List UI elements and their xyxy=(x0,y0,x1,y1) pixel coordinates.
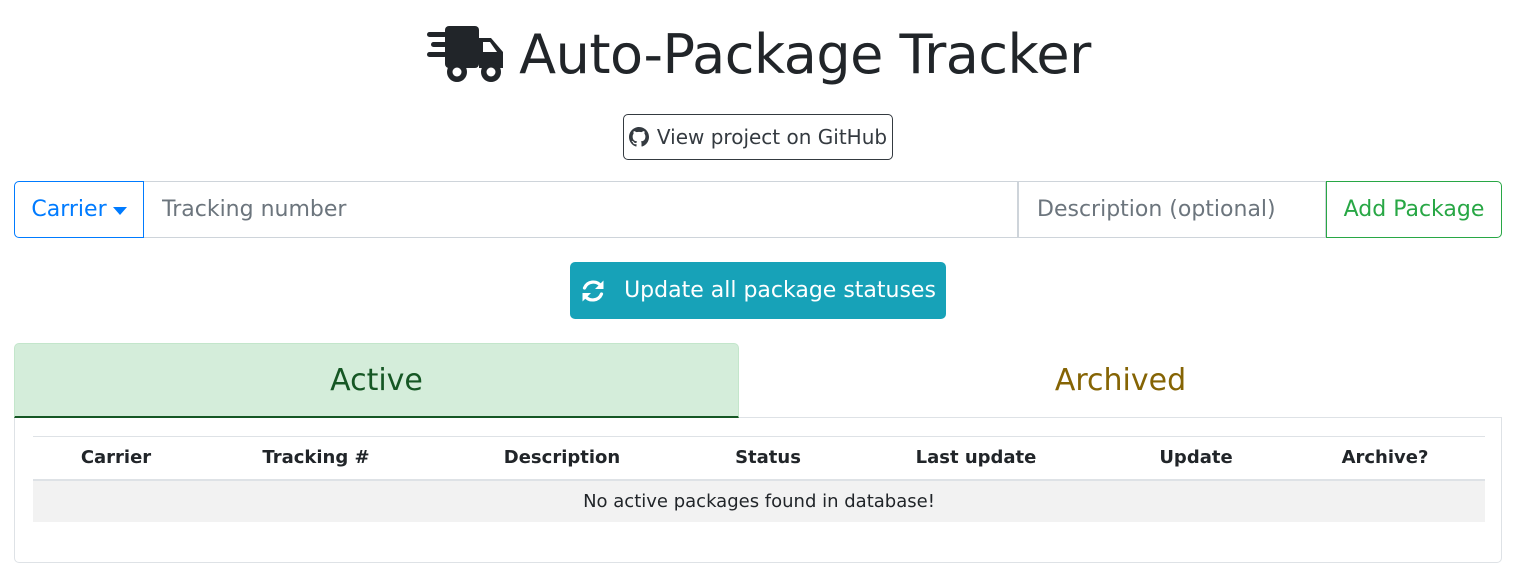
github-icon xyxy=(628,127,649,147)
column-header-carrier: Carrier xyxy=(80,447,152,469)
column-header-status: Status xyxy=(735,447,801,469)
column-header-last-update: Last update xyxy=(915,447,1037,469)
column-header-update: Update xyxy=(1159,447,1233,469)
tab-archived-label: Archived xyxy=(1054,363,1187,398)
add-package-button[interactable]: Add Package xyxy=(1326,181,1502,238)
tracking-number-input[interactable] xyxy=(144,181,1018,238)
packages-table: Carrier Tracking # Description Status La… xyxy=(33,436,1485,522)
tab-archived[interactable]: Archived xyxy=(739,343,1502,418)
update-all-statuses-button[interactable]: Update all package statuses xyxy=(570,262,946,319)
table-header-row: Carrier Tracking # Description Status La… xyxy=(33,436,1485,480)
column-header-tracking: Tracking # xyxy=(262,447,370,469)
github-button-label: View project on GitHub xyxy=(656,125,888,149)
caret-down-icon xyxy=(112,206,127,215)
add-package-form: Carrier Add Package xyxy=(14,181,1502,238)
header: Auto-Package Tracker xyxy=(0,14,1518,94)
active-packages-panel: Carrier Tracking # Description Status La… xyxy=(14,418,1502,563)
sync-icon xyxy=(580,278,606,304)
table-row: No active packages found in database! xyxy=(33,479,1485,522)
column-header-archive: Archive? xyxy=(1341,447,1429,469)
update-all-label: Update all package statuses xyxy=(624,278,936,303)
description-input[interactable] xyxy=(1018,181,1326,238)
column-header-description: Description xyxy=(503,447,621,469)
package-tabs: Active Archived xyxy=(14,343,1502,418)
carrier-dropdown[interactable]: Carrier xyxy=(14,181,144,238)
empty-table-message: No active packages found in database! xyxy=(33,479,1485,522)
tab-active-label: Active xyxy=(330,362,423,398)
tab-active[interactable]: Active xyxy=(14,343,739,418)
view-on-github-button[interactable]: View project on GitHub xyxy=(623,114,893,160)
shipping-fast-icon xyxy=(427,22,505,86)
add-package-label: Add Package xyxy=(1343,197,1485,222)
carrier-dropdown-label: Carrier xyxy=(31,197,107,222)
page-title: Auto-Package Tracker xyxy=(519,22,1091,86)
